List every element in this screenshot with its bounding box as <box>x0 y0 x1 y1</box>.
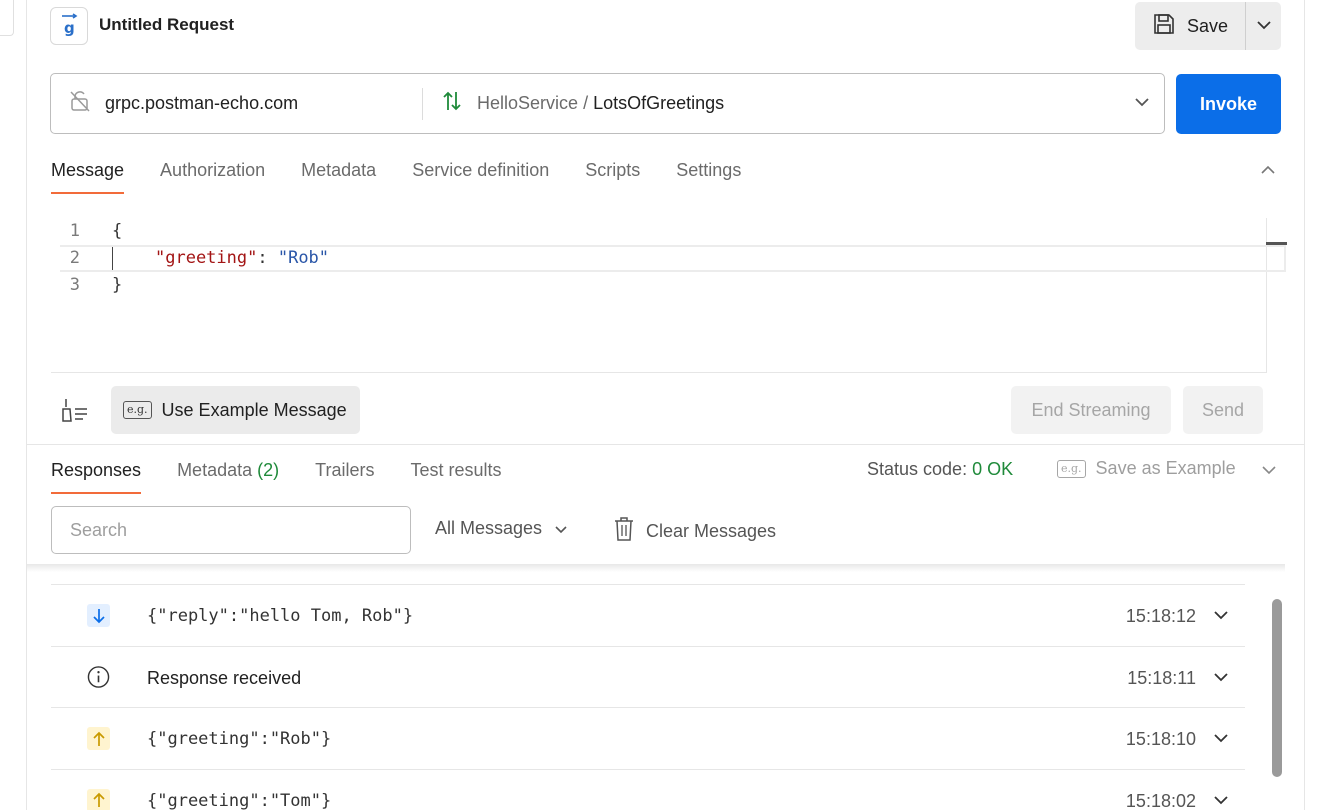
method-dropdown-chevron-icon[interactable] <box>1134 94 1150 112</box>
message-timestamp: 15:18:02 <box>1125 790 1196 810</box>
service-name: HelloService <box>477 93 579 113</box>
tab-response-metadata[interactable]: Metadata (2) <box>177 458 279 494</box>
text-cursor <box>112 247 113 270</box>
line-number: 3 <box>69 275 80 295</box>
tab-settings[interactable]: Settings <box>676 158 741 194</box>
save-button-group: Save <box>1135 2 1281 50</box>
expand-chevron-down-icon[interactable] <box>1213 792 1229 810</box>
tab-trailers-label: Trailers <box>315 460 375 480</box>
tab-response-metadata-label: Metadata <box>177 460 253 480</box>
code-line-2: "greeting": "Rob" <box>155 245 329 272</box>
arrow-down-icon <box>87 604 110 627</box>
save-as-example-label: Save as Example <box>1095 458 1236 478</box>
save-button[interactable]: Save <box>1135 2 1245 50</box>
arrow-up-icon <box>87 727 110 750</box>
metadata-count-badge: (2) <box>257 460 280 480</box>
section-divider <box>27 444 1305 445</box>
chevron-down-icon <box>554 518 568 539</box>
tab-message[interactable]: Message <box>51 158 125 194</box>
message-list: {"reply":"hello Tom, Rob"} 15:18:12 Resp… <box>51 584 1245 810</box>
invoke-button[interactable]: Invoke <box>1176 74 1281 134</box>
minimap-viewport-marker <box>1266 242 1287 245</box>
filter-label: All Messages <box>435 518 543 538</box>
expand-chevron-down-icon[interactable] <box>1213 730 1229 748</box>
bidirectional-arrows-icon <box>441 90 463 117</box>
status-code: Status code: 0 OK <box>867 459 1013 480</box>
response-options-chevron-down-icon[interactable] <box>1261 462 1277 480</box>
trash-icon <box>614 516 634 547</box>
right-divider <box>1304 0 1305 810</box>
message-content: Response received <box>147 667 302 688</box>
use-example-message-button[interactable]: e.g. Use Example Message <box>111 386 360 434</box>
message-editor[interactable] <box>51 216 1266 373</box>
end-streaming-button[interactable]: End Streaming <box>1011 386 1171 434</box>
arrow-up-icon <box>87 788 110 810</box>
tab-responses-label: Responses <box>51 460 142 480</box>
tab-test-results-label: Test results <box>410 460 502 480</box>
request-title[interactable]: Untitled Request <box>99 15 234 35</box>
service-method-separator: / <box>583 93 589 113</box>
clear-messages-button[interactable]: Clear Messages <box>614 516 776 547</box>
send-button[interactable]: Send <box>1183 386 1263 434</box>
tab-responses[interactable]: Responses <box>51 458 142 494</box>
code-line-1: { <box>112 221 123 241</box>
list-item[interactable]: {"reply":"hello Tom, Rob"} 15:18:12 <box>51 584 1245 646</box>
clear-messages-label: Clear Messages <box>646 521 777 541</box>
grpc-request-icon: g <box>50 7 88 45</box>
line-number: 1 <box>69 221 80 241</box>
message-timestamp: 15:18:12 <box>1125 606 1196 626</box>
left-panel-edge <box>0 0 27 810</box>
json-value: "Rob" <box>277 248 330 268</box>
tab-trailers[interactable]: Trailers <box>315 458 374 494</box>
chevron-down-icon <box>1256 17 1272 35</box>
toolbar-shadow <box>27 564 1285 572</box>
url-divider <box>422 88 423 120</box>
example-badge-icon: e.g. <box>1057 459 1086 478</box>
status-label: Status code: <box>867 459 968 479</box>
save-as-example-button[interactable]: e.g. Save as Example <box>1057 458 1236 479</box>
expand-chevron-down-icon[interactable] <box>1213 607 1229 625</box>
message-content: {"greeting":"Rob"} <box>147 729 332 749</box>
save-label: Save <box>1187 15 1229 36</box>
message-content: {"greeting":"Tom"} <box>147 790 332 810</box>
code-line-3: } <box>112 275 123 295</box>
list-item[interactable]: Response received 15:18:11 <box>51 645 1245 708</box>
method-name: LotsOfGreetings <box>593 93 725 113</box>
info-icon <box>87 666 110 689</box>
collapsed-tab-stub[interactable] <box>0 0 14 36</box>
use-example-label: Use Example Message <box>161 399 347 420</box>
tab-test-results[interactable]: Test results <box>410 458 501 494</box>
message-list-scrollbar[interactable] <box>1272 599 1282 777</box>
example-badge-icon: e.g. <box>123 401 152 419</box>
tab-metadata[interactable]: Metadata <box>301 158 376 194</box>
line-number: 2 <box>69 248 80 268</box>
json-colon: : <box>257 248 278 268</box>
save-options-dropdown[interactable] <box>1246 2 1281 50</box>
tab-service-definition[interactable]: Service definition <box>412 158 549 194</box>
beautify-icon[interactable] <box>61 397 89 428</box>
list-item[interactable]: {"greeting":"Rob"} 15:18:10 <box>51 707 1245 769</box>
message-filter-dropdown[interactable]: All Messages <box>435 518 568 539</box>
server-url-field[interactable]: grpc.postman-echo.com <box>69 74 298 133</box>
method-selector[interactable]: HelloService / LotsOfGreetings <box>441 74 724 133</box>
message-content: {"reply":"hello Tom, Rob"} <box>147 606 414 626</box>
request-tabs: Message Authorization Metadata Service d… <box>51 158 777 194</box>
server-url-text: grpc.postman-echo.com <box>105 93 299 113</box>
tab-authorization[interactable]: Authorization <box>160 158 265 194</box>
message-timestamp: 15:18:11 <box>1127 667 1196 688</box>
expand-chevron-down-icon[interactable] <box>1213 669 1229 687</box>
response-tabs: Responses Metadata (2) Trailers Test res… <box>51 458 538 494</box>
list-item[interactable]: {"greeting":"Tom"} 15:18:02 <box>51 768 1245 810</box>
insecure-lock-icon <box>69 89 91 118</box>
status-value: 0 OK <box>972 459 1014 479</box>
tab-scripts[interactable]: Scripts <box>585 158 640 194</box>
json-key: "greeting" <box>155 248 258 268</box>
grpc-url-bar: grpc.postman-echo.com HelloService / Lot… <box>50 73 1165 134</box>
message-timestamp: 15:18:10 <box>1125 729 1196 749</box>
svg-text:g: g <box>64 19 75 37</box>
floppy-disk-icon <box>1153 13 1175 40</box>
chevron-up-icon[interactable] <box>1260 162 1276 180</box>
search-input[interactable]: Search <box>51 506 411 554</box>
